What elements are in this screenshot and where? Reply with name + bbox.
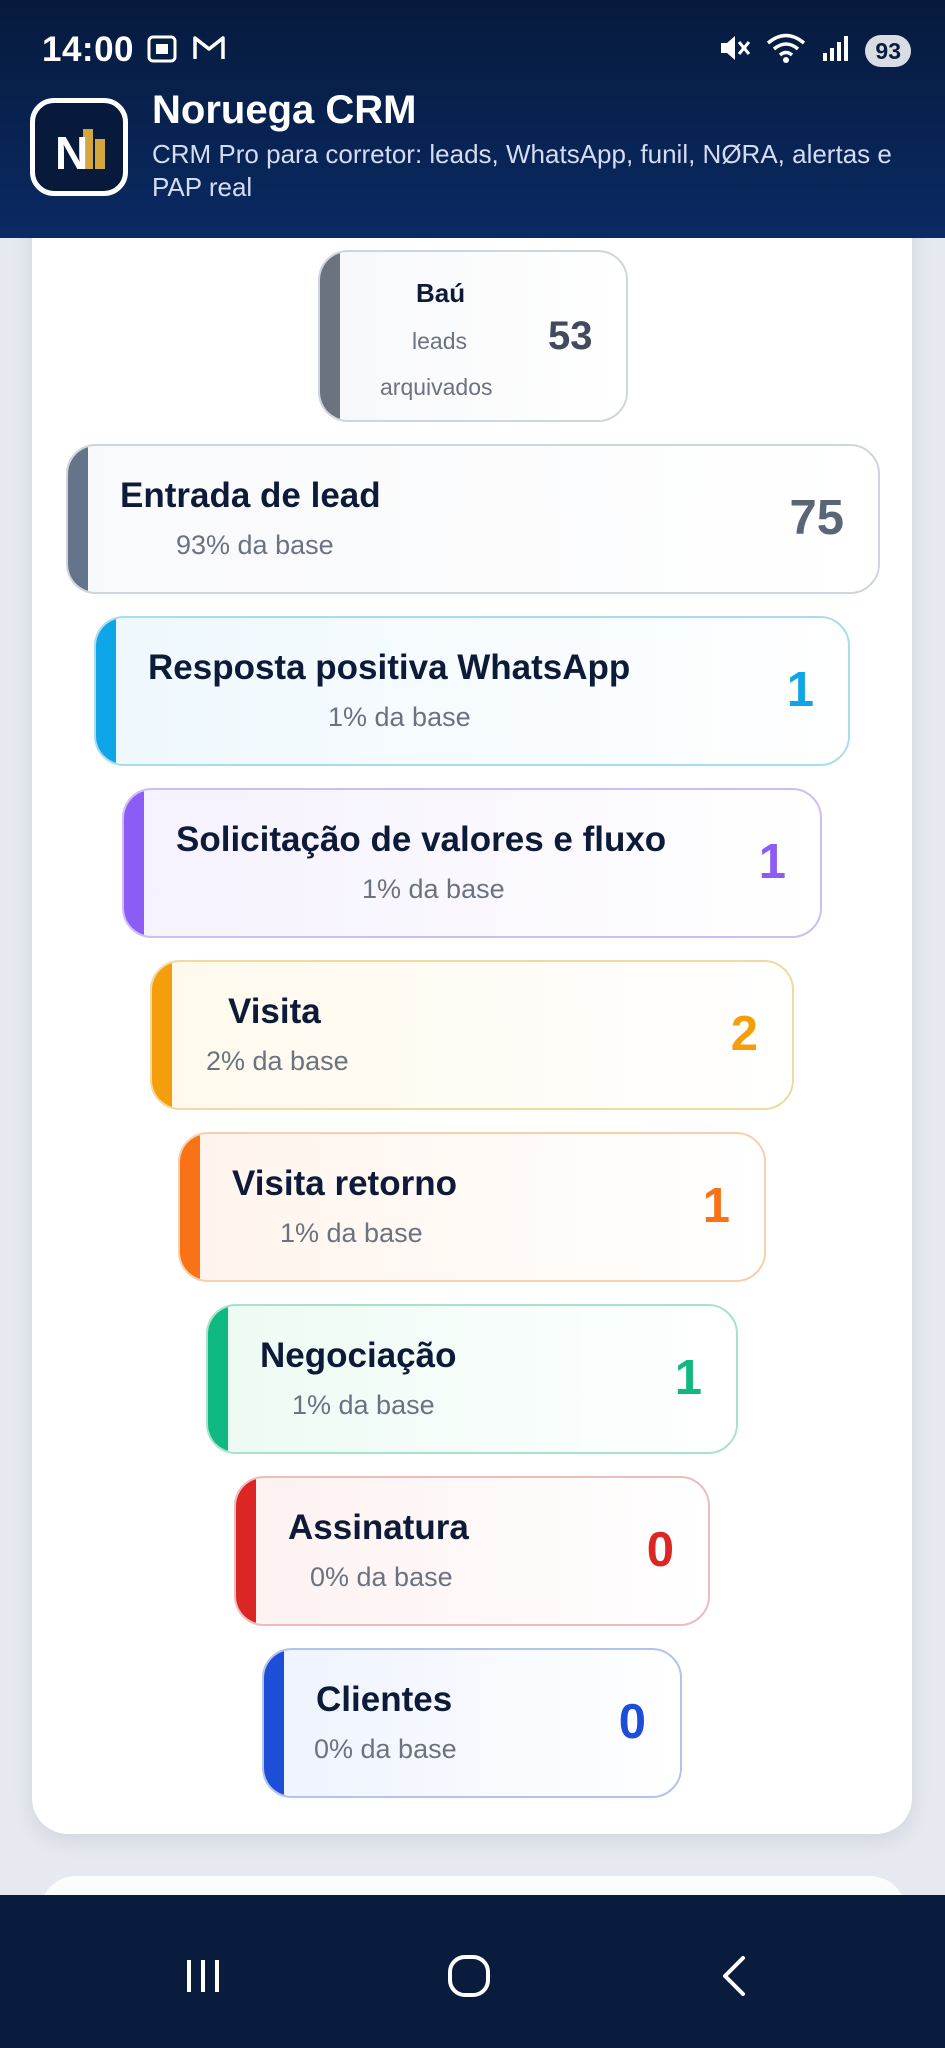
stage-percent: 1% da base [292,1390,435,1420]
stage-label: Entrada de lead [120,476,381,515]
signal-icon [821,33,851,68]
app-logo: N [30,98,128,196]
funnel-card: Baú leads arquivados 53 Entrada de lead … [32,190,912,1834]
stage-count: 0 [618,1695,646,1749]
stage-count: 2 [730,1007,758,1061]
stage-count: 75 [789,491,844,545]
archive-sub-line1: leads [412,328,467,354]
stage-percent: 1% da base [328,702,471,732]
stage-percent: 0% da base [310,1562,453,1592]
stage-count: 1 [758,835,786,889]
stage-clientes[interactable]: Clientes 0% da base 0 [262,1648,682,1798]
back-icon[interactable] [700,1941,770,2011]
stage-label: Solicitação de valores e fluxo [176,820,667,859]
archive-count: 53 [548,314,593,358]
stage-count: 1 [702,1179,730,1233]
stage-label: Assinatura [288,1508,469,1547]
screenshot-icon [146,34,178,69]
home-icon[interactable] [434,1941,504,2011]
stage-label: Negociação [260,1336,457,1375]
stage-count: 1 [786,663,814,717]
app-title: Noruega CRM [152,88,417,132]
stage-visita[interactable]: Visita 2% da base 2 [150,960,794,1110]
stage-label: Visita retorno [232,1164,457,1203]
stage-label: Resposta positiva WhatsApp [148,648,631,687]
noruega-logo-icon: N [55,127,105,179]
status-time: 14:00 [42,30,135,69]
system-nav-bar [0,1895,945,2048]
stage-resposta-positiva-whatsapp[interactable]: Resposta positiva WhatsApp 1% da base 1 [94,616,850,766]
stage-negociacao[interactable]: Negociação 1% da base 1 [206,1304,738,1454]
stage-percent: 93% da base [176,530,334,560]
recent-apps-icon[interactable] [168,1941,238,2011]
stage-count: 1 [674,1351,702,1405]
gmail-icon [192,34,226,69]
stage-percent: 1% da base [280,1218,423,1248]
archive-sub-line2: arquivados [380,374,493,400]
stage-count: 0 [646,1523,674,1577]
stage-percent: 2% da base [206,1046,349,1076]
stage-solicitacao-de-valores[interactable]: Solicitação de valores e fluxo 1% da bas… [122,788,822,938]
app-subtitle: CRM Pro para corretor: leads, WhatsApp, … [152,139,892,202]
stage-entrada-de-lead[interactable]: Entrada de lead 93% da base 75 [66,444,880,594]
status-bar: 14:00 93 [0,0,945,90]
stage-percent: 0% da base [314,1734,457,1764]
stage-label: Visita [228,992,321,1031]
stage-visita-retorno[interactable]: Visita retorno 1% da base 1 [178,1132,766,1282]
stage-assinatura[interactable]: Assinatura 0% da base 0 [234,1476,710,1626]
mute-icon [717,32,751,69]
stage-label: Clientes [316,1680,453,1719]
battery-indicator: 93 [865,34,911,67]
stage-percent: 1% da base [362,874,505,904]
archive-label: Baú [416,278,466,308]
svg-text:N: N [55,127,88,179]
app-header: 14:00 93 N Noruega CRM CRM Pro para corr… [0,0,945,238]
archive-stage[interactable]: Baú leads arquivados 53 [318,250,628,422]
wifi-icon [765,32,807,69]
